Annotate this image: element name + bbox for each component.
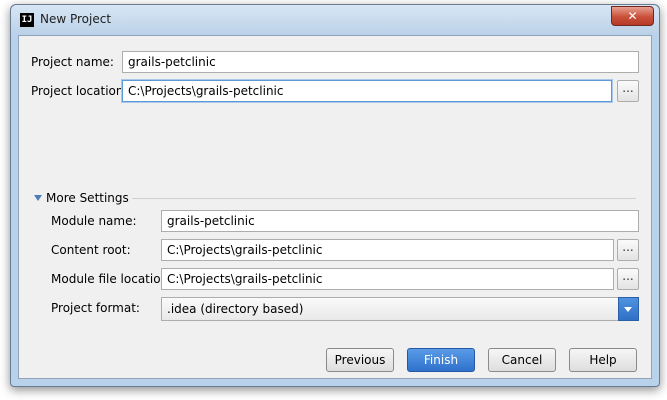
- content-root-browse-button[interactable]: ...: [617, 239, 639, 261]
- project-location-row: Project location: C:\Projects\grails-pet…: [31, 80, 639, 102]
- content-root-input[interactable]: C:\Projects\grails-petclinic: [161, 239, 614, 261]
- module-name-input[interactable]: grails-petclinic: [161, 210, 639, 232]
- help-button[interactable]: Help: [569, 348, 637, 372]
- module-name-label: Module name:: [51, 214, 137, 228]
- module-file-location-label: Module file location:: [51, 272, 173, 286]
- cancel-button[interactable]: Cancel: [488, 348, 556, 372]
- project-format-select[interactable]: .idea (directory based): [161, 297, 639, 321]
- intellij-app-icon: IJ: [20, 13, 34, 27]
- module-file-location-row: Module file location: C:\Projects\grails…: [51, 268, 639, 290]
- new-project-dialog: IJ New Project ✕ Project name: grails-pe…: [10, 4, 660, 387]
- title-bar[interactable]: IJ New Project ✕: [11, 5, 659, 34]
- more-settings-label: More Settings: [46, 191, 129, 205]
- dropdown-arrow-icon[interactable]: [618, 297, 639, 321]
- project-location-input[interactable]: C:\Projects\grails-petclinic: [122, 80, 612, 102]
- expand-triangle-icon: [34, 195, 42, 201]
- module-name-row: Module name: grails-petclinic: [51, 210, 639, 232]
- project-location-label: Project location:: [31, 84, 128, 98]
- project-name-input[interactable]: grails-petclinic: [122, 51, 639, 73]
- dialog-content: Project name: grails-petclinic Project l…: [18, 35, 652, 379]
- window-title: New Project: [40, 12, 112, 26]
- previous-button[interactable]: Previous: [326, 348, 394, 372]
- project-format-row: Project format: .idea (directory based): [51, 297, 639, 321]
- project-name-label: Project name:: [31, 55, 114, 69]
- finish-button[interactable]: Finish: [407, 348, 475, 372]
- close-button[interactable]: ✕: [611, 6, 654, 26]
- project-location-browse-button[interactable]: ...: [617, 80, 639, 102]
- content-root-label: Content root:: [51, 243, 131, 257]
- module-file-location-input[interactable]: C:\Projects\grails-petclinic: [161, 268, 614, 290]
- content-root-row: Content root: C:\Projects\grails-petclin…: [51, 239, 639, 261]
- module-file-location-browse-button[interactable]: ...: [617, 268, 639, 290]
- project-format-label: Project format:: [51, 301, 140, 315]
- section-divider: [132, 198, 636, 199]
- more-settings-toggle[interactable]: More Settings: [34, 191, 636, 209]
- project-name-row: Project name: grails-petclinic: [31, 51, 639, 73]
- project-format-selected-value: .idea (directory based): [167, 302, 304, 316]
